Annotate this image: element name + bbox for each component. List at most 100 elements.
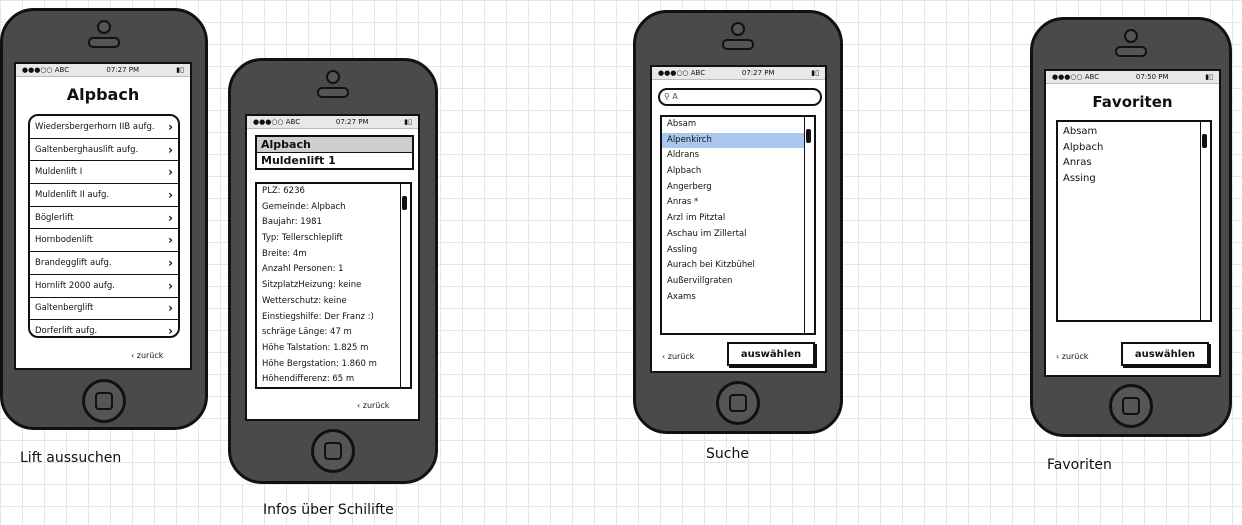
chevron-right-icon: › <box>168 278 173 293</box>
chevron-right-icon: › <box>168 233 173 248</box>
status-bar: ●●●○○ ABC 07:27 PM ▮▯ <box>247 116 418 129</box>
lift-name: Wiedersbergerhorn IIB aufg. <box>35 121 155 132</box>
lift-name: Galtenberglift <box>35 303 94 314</box>
lift-list-item[interactable]: Muldenlift I › <box>30 161 178 185</box>
list-item[interactable]: Assing <box>1058 171 1210 187</box>
search-input[interactable]: ⚲ A <box>658 88 822 106</box>
back-button[interactable]: ‹ zurück <box>357 401 389 410</box>
chevron-right-icon: › <box>168 210 173 225</box>
carrier: ●●●○○ ABC <box>658 69 706 77</box>
chevron-right-icon: › <box>168 187 173 202</box>
select-button[interactable]: auswählen <box>727 342 815 366</box>
detail-line: Höhe Talstation: 1.825 m <box>262 342 369 353</box>
camera <box>1124 29 1138 43</box>
lift-list-item[interactable]: Brandegglift aufg. › <box>30 252 178 275</box>
list-item[interactable]: Aschau im Zillertal <box>662 227 814 243</box>
list-item[interactable]: Aurach bei Kitzbühel <box>662 258 814 274</box>
screen-lift-info: ●●●○○ ABC 07:27 PM ▮▯ Alpbach Muldenlift 1… <box>245 114 420 421</box>
battery-icon: ▮▯ <box>811 69 819 77</box>
home-button[interactable] <box>1109 384 1153 428</box>
status-bar: ●●●○○ ABC 07:27 PM ▮▯ <box>16 64 190 77</box>
detail-line: Wetterschutz: keine <box>262 295 347 306</box>
detail-line: Höhendifferenz: 65 m <box>262 374 355 385</box>
caption-lift-select: Lift aussuchen <box>20 450 122 466</box>
list-item[interactable]: Alpbach <box>1058 140 1210 156</box>
home-button[interactable] <box>716 381 760 425</box>
carrier: ●●●○○ ABC <box>22 66 70 74</box>
back-button[interactable]: ‹ zurück <box>131 351 163 360</box>
lift-list-item[interactable]: Hornlift 2000 aufg. › <box>30 275 178 298</box>
lift-header: Alpbach Muldenlift 1 <box>255 135 414 170</box>
list-item[interactable]: Anras <box>1058 155 1210 171</box>
lift-name: Galtenberghauslift aufg. <box>35 144 139 155</box>
caption-lift-info: Infos über Schilifte <box>263 502 394 518</box>
search-icon: ⚲ <box>664 92 670 101</box>
lift-name: Muldenlift II aufg. <box>35 189 110 200</box>
lift-name: Hornlift 2000 aufg. <box>35 280 115 291</box>
battery-icon: ▮▯ <box>176 66 184 74</box>
scrollbar[interactable] <box>1200 122 1210 320</box>
lift-name: Böglerlift <box>35 212 74 223</box>
lift-list-item[interactable]: Dorferlift aufg. › <box>30 320 178 342</box>
favorites-list: Absam Alpbach Anras Assing <box>1056 120 1212 322</box>
page-title: Alpbach <box>66 85 140 104</box>
region-header: Alpbach <box>257 137 412 153</box>
back-button[interactable]: ‹ zurück <box>1056 352 1088 361</box>
status-bar: ●●●○○ ABC 07:27 PM ▮▯ <box>652 67 825 80</box>
detail-line: Einstiegshilfe: Der Franz :) <box>262 311 374 322</box>
list-item[interactable]: Assling <box>662 243 814 259</box>
detail-line: schräge Länge: 47 m <box>262 327 352 338</box>
list-item[interactable]: Außervillgraten <box>662 274 814 290</box>
lift-list-item[interactable]: Hornbodenlift › <box>30 229 178 253</box>
time: 07:27 PM <box>106 66 140 74</box>
page-title: Favoriten <box>1092 93 1173 111</box>
battery-icon: ▮▯ <box>1205 73 1213 81</box>
chevron-right-icon: › <box>168 301 173 316</box>
list-item[interactable]: Angerberg <box>662 180 814 196</box>
detail-line: Höhe Bergstation: 1.860 m <box>262 358 377 369</box>
chevron-right-icon: › <box>168 255 173 270</box>
lift-list-item[interactable]: Böglerlift › <box>30 207 178 230</box>
lift-name: Hornbodenlift <box>35 235 93 246</box>
list-item[interactable]: Absam <box>662 117 814 133</box>
lift-list-item[interactable]: Wiedersbergerhorn IIB aufg. › <box>30 116 178 139</box>
list-item[interactable]: Aldrans <box>662 148 814 164</box>
chevron-right-icon: › <box>168 119 173 134</box>
back-button[interactable]: ‹ zurück <box>662 352 694 361</box>
town-list: Absam Alpenkirch Aldrans Alpbach Angerberg An… <box>660 115 816 335</box>
speaker <box>1115 46 1147 57</box>
lift-list-item[interactable]: Muldenlift II aufg. › <box>30 184 178 207</box>
detail-line: SitzplatzHeizung: keine <box>262 280 362 291</box>
detail-line: Breite: 4m <box>262 248 307 259</box>
speaker <box>88 37 120 48</box>
status-bar: ●●●○○ ABC 07:50 PM ▮▯ <box>1046 71 1219 84</box>
battery-icon: ▮▯ <box>404 118 412 126</box>
camera <box>97 20 111 34</box>
search-value: A <box>672 92 678 101</box>
list-item[interactable]: Alpenkirch <box>662 132 804 149</box>
home-button[interactable] <box>311 429 355 473</box>
select-button[interactable]: auswählen <box>1121 342 1209 366</box>
detail-line: Anzahl Personen: 1 <box>262 264 344 275</box>
scrollbar[interactable] <box>804 117 814 333</box>
time: 07:50 PM <box>1135 73 1169 81</box>
lift-list-item[interactable]: Galtenberghauslift aufg. › <box>30 139 178 162</box>
speaker <box>722 39 754 50</box>
lift-name-header: Muldenlift 1 <box>261 154 336 167</box>
list-item[interactable]: Alpbach <box>662 164 814 180</box>
screen-favorites: ●●●○○ ABC 07:50 PM ▮▯ Favoriten Absam Alpba… <box>1044 69 1221 377</box>
screen-search: ●●●○○ ABC 07:27 PM ▮▯ ⚲ A Absam Alpenkirch A… <box>650 65 827 373</box>
detail-line: Baujahr: 1981 <box>262 217 322 228</box>
lift-list-item[interactable]: Galtenberglift › <box>30 298 178 321</box>
list-item[interactable]: Absam <box>1058 124 1210 140</box>
chevron-right-icon: › <box>168 142 173 157</box>
home-button[interactable] <box>82 379 126 423</box>
list-item[interactable]: Arzl im Pitztal <box>662 211 814 227</box>
details-list: PLZ: 6236 Gemeinde: Alpbach Baujahr: 1981 T… <box>255 182 412 389</box>
list-item[interactable]: Anras * <box>662 195 814 211</box>
speaker <box>317 87 349 98</box>
list-item[interactable]: Axams <box>662 290 814 306</box>
camera <box>326 70 340 84</box>
scrollbar[interactable] <box>400 184 410 387</box>
lift-name: Dorferlift aufg. <box>35 326 98 337</box>
